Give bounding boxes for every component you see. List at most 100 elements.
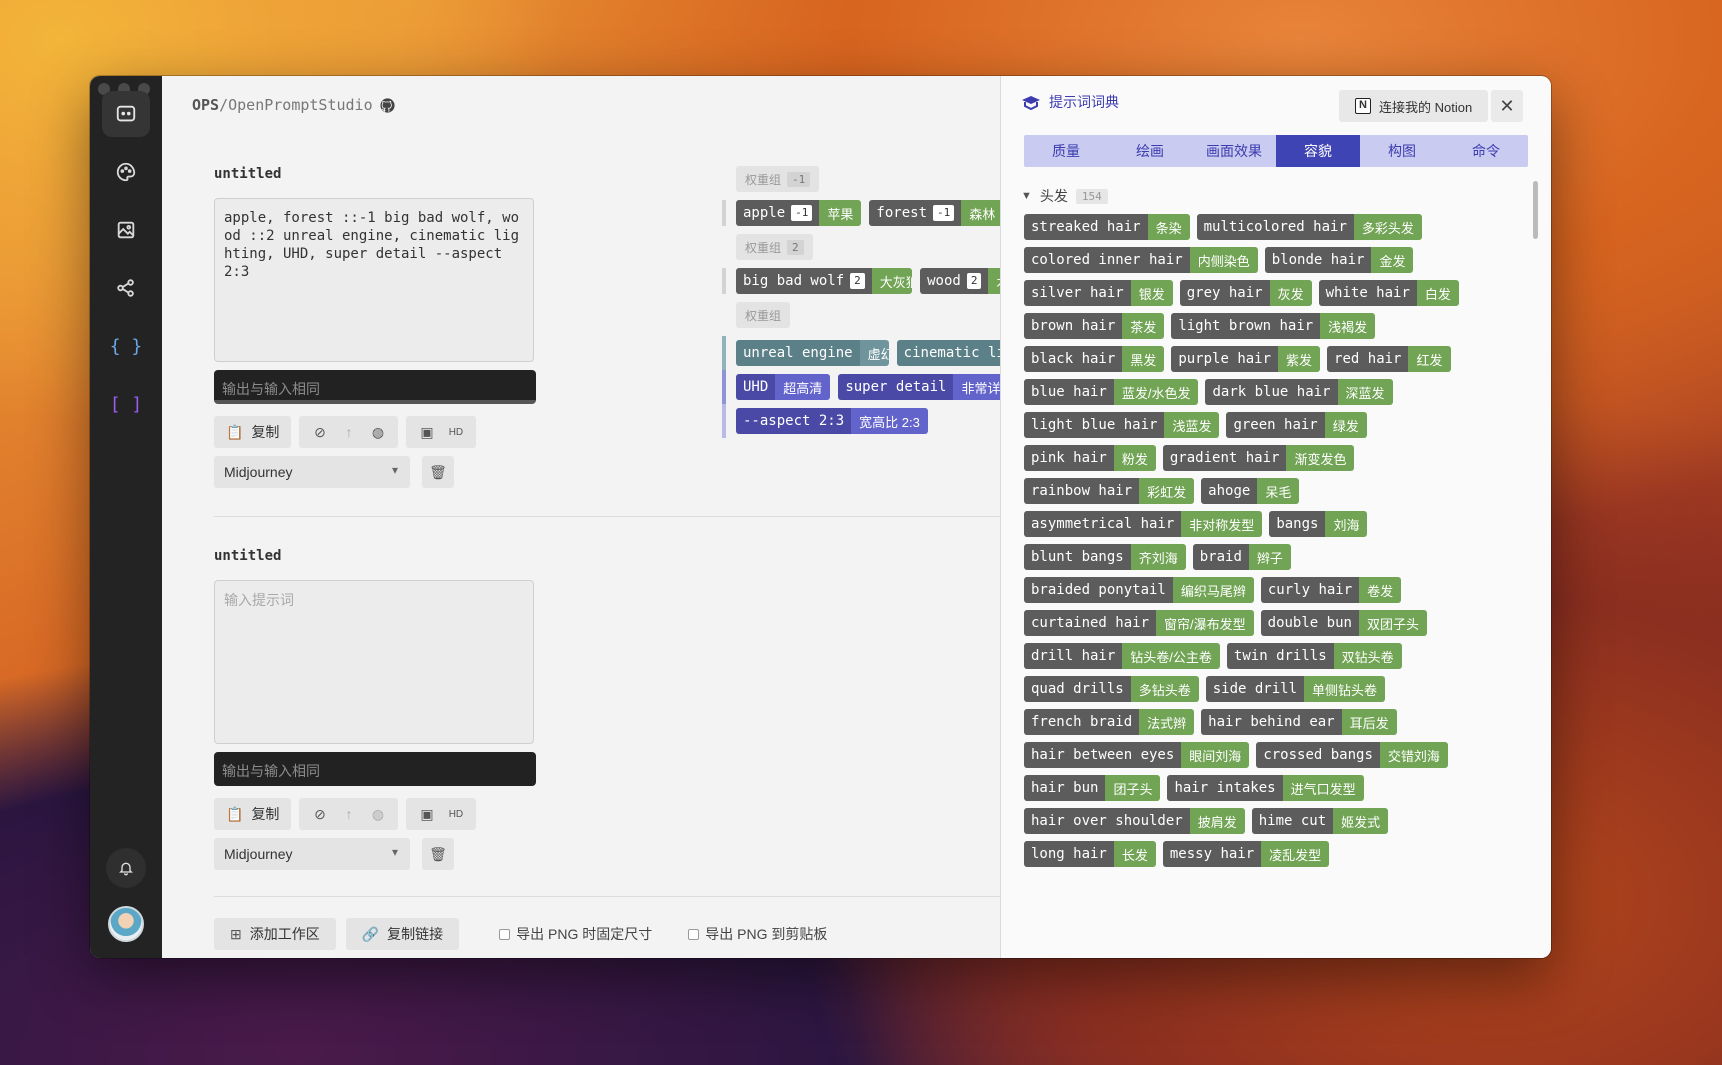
model-select[interactable]: Midjourney bbox=[214, 456, 410, 488]
dictionary-term[interactable]: colored inner hair 内侧染色 bbox=[1024, 247, 1258, 273]
prompt-tag[interactable]: UHD 超高清 bbox=[736, 374, 831, 400]
image-export-icon[interactable]: ▣ bbox=[412, 806, 441, 823]
prompt-input[interactable]: 输入提示词 bbox=[214, 580, 534, 744]
dictionary-term[interactable]: dark blue hair 深蓝发 bbox=[1205, 379, 1393, 405]
workspace-title[interactable]: untitled bbox=[214, 548, 536, 564]
trash-icon[interactable]: 🗑 bbox=[422, 838, 454, 870]
copy-button[interactable]: 📋 复制 bbox=[214, 798, 292, 830]
dictionary-term[interactable]: curly hair 卷发 bbox=[1260, 577, 1402, 603]
collapse-triangle-icon[interactable]: ▼ bbox=[1021, 190, 1032, 202]
dictionary-term[interactable]: rainbow hair 彩虹发 bbox=[1024, 478, 1195, 504]
dictionary-term[interactable]: hair over shoulder 披肩发 bbox=[1024, 808, 1245, 834]
tab-composition[interactable]: 构图 bbox=[1360, 135, 1444, 167]
close-icon[interactable]: ✕ bbox=[1491, 90, 1523, 122]
dictionary-term[interactable]: light brown hair 浅褐发 bbox=[1171, 313, 1376, 339]
up-arrow-icon[interactable]: ↑ bbox=[334, 424, 363, 440]
prompt-tag[interactable]: forest -1 森林 bbox=[869, 200, 1004, 226]
tab-quality[interactable]: 质量 bbox=[1024, 135, 1108, 167]
checkbox-box[interactable] bbox=[499, 928, 511, 940]
dictionary-term[interactable]: purple hair 紫发 bbox=[1171, 346, 1321, 372]
dictionary-term[interactable]: pink hair 粉发 bbox=[1024, 445, 1156, 471]
palette-small-icon[interactable]: ◍ bbox=[363, 806, 392, 823]
dictionary-term[interactable]: drill hair 钻头卷/公主卷 bbox=[1024, 643, 1220, 669]
dictionary-term[interactable]: black hair 黑发 bbox=[1024, 346, 1165, 372]
prompt-input[interactable]: apple, forest ::-1 big bad wolf, wood ::… bbox=[214, 198, 534, 362]
dictionary-term[interactable]: brown hair 茶发 bbox=[1024, 313, 1165, 339]
dictionary-term[interactable]: crossed bangs 交错刘海 bbox=[1256, 742, 1448, 768]
tab-commands[interactable]: 命令 bbox=[1444, 135, 1528, 167]
dictionary-term[interactable]: twin drills 双钻头卷 bbox=[1226, 643, 1402, 669]
model-select[interactable]: Midjourney bbox=[214, 838, 410, 870]
avatar[interactable] bbox=[108, 906, 144, 942]
github-icon[interactable] bbox=[379, 97, 396, 114]
notifications-button[interactable] bbox=[106, 848, 146, 888]
dictionary-term[interactable]: hair behind ear 耳后发 bbox=[1201, 709, 1397, 735]
palette-small-icon[interactable]: ◍ bbox=[363, 424, 392, 441]
dictionary-term[interactable]: bangs 刘海 bbox=[1269, 511, 1368, 537]
sidebar-chat-button[interactable] bbox=[102, 91, 150, 137]
copy-button[interactable]: 📋 复制 bbox=[214, 416, 292, 448]
panel-scrollbar[interactable] bbox=[1533, 181, 1538, 239]
dictionary-term[interactable]: silver hair 银发 bbox=[1024, 280, 1173, 306]
term-en: quad drills bbox=[1024, 676, 1131, 702]
tag-en: super detail bbox=[838, 374, 954, 400]
prompt-tag[interactable]: big bad wolf 2 大灰狼 bbox=[736, 268, 913, 294]
prompt-tag[interactable]: super detail 非常详细 bbox=[838, 374, 1022, 400]
dictionary-term[interactable]: hair intakes 进气口发型 bbox=[1167, 775, 1364, 801]
tab-effects[interactable]: 画面效果 bbox=[1192, 135, 1276, 167]
dictionary-term[interactable]: braid 辫子 bbox=[1192, 544, 1291, 570]
tab-appearance[interactable]: 容貌 bbox=[1276, 135, 1360, 167]
dictionary-term[interactable]: braided ponytail 编织马尾辫 bbox=[1024, 577, 1254, 603]
clear-icon[interactable]: ⊘ bbox=[305, 806, 334, 823]
dictionary-term[interactable]: hair between eyes 眼间刘海 bbox=[1024, 742, 1250, 768]
dictionary-term[interactable]: ahoge 呆毛 bbox=[1201, 478, 1300, 504]
dictionary-term[interactable]: curtained hair 窗帘/瀑布发型 bbox=[1024, 610, 1254, 636]
dictionary-term[interactable]: blue hair 蓝发/水色发 bbox=[1024, 379, 1199, 405]
image-export-icon[interactable]: ▣ bbox=[412, 424, 441, 441]
hd-export-icon[interactable]: HD bbox=[441, 809, 470, 820]
copy-link-button[interactable]: 🔗 复制链接 bbox=[345, 918, 460, 950]
app-brand[interactable]: OPS/OpenPromptStudio bbox=[192, 96, 396, 114]
dictionary-term[interactable]: quad drills 多钻头卷 bbox=[1024, 676, 1199, 702]
dictionary-term[interactable]: red hair 红发 bbox=[1327, 346, 1451, 372]
dictionary-term[interactable]: french braid 法式辫 bbox=[1024, 709, 1195, 735]
sidebar-brackets-button[interactable]: [ ] bbox=[102, 381, 150, 427]
dictionary-term[interactable]: gradient hair 渐变发色 bbox=[1162, 445, 1355, 471]
dictionary-term[interactable]: blonde hair 金发 bbox=[1264, 247, 1414, 273]
sidebar-palette-button[interactable] bbox=[102, 149, 150, 195]
dictionary-term[interactable]: hair bun 团子头 bbox=[1024, 775, 1161, 801]
prompt-tag[interactable]: unreal engine虚幻引擎 bbox=[736, 340, 889, 366]
dictionary-term[interactable]: asymmetrical hair 非对称发型 bbox=[1024, 511, 1263, 537]
output-field[interactable]: 输出与输入相同 bbox=[214, 370, 536, 404]
sidebar-share-button[interactable] bbox=[102, 265, 150, 311]
workspace-title[interactable]: untitled bbox=[214, 166, 536, 182]
sidebar-braces-button[interactable]: { } bbox=[102, 323, 150, 369]
section-header[interactable]: ▼ 头发 154 bbox=[1021, 186, 1108, 206]
dictionary-term[interactable]: double bun 双团子头 bbox=[1260, 610, 1427, 636]
dictionary-term[interactable]: hime cut 姬发式 bbox=[1251, 808, 1389, 834]
dictionary-term[interactable]: streaked hair 条染 bbox=[1024, 214, 1190, 240]
sidebar-image-button[interactable] bbox=[102, 207, 150, 253]
png-clipboard-checkbox[interactable]: 导出 PNG 到剪贴板 bbox=[688, 924, 827, 944]
tab-painting[interactable]: 绘画 bbox=[1108, 135, 1192, 167]
dictionary-term[interactable]: light blue hair 浅蓝发 bbox=[1024, 412, 1220, 438]
dictionary-term[interactable]: side drill 单侧钻头卷 bbox=[1205, 676, 1386, 702]
prompt-tag[interactable]: --aspect 2:3 宽高比 2:3 bbox=[736, 408, 928, 434]
connect-notion-button[interactable]: N 连接我的 Notion bbox=[1339, 90, 1489, 122]
png-fixed-size-checkbox[interactable]: 导出 PNG 时固定尺寸 bbox=[499, 924, 652, 944]
trash-icon[interactable]: 🗑 bbox=[422, 456, 454, 488]
output-field[interactable]: 输出与输入相同 bbox=[214, 752, 536, 786]
dictionary-term[interactable]: white hair 白发 bbox=[1318, 280, 1459, 306]
prompt-tag[interactable]: apple -1 苹果 bbox=[736, 200, 862, 226]
dictionary-term[interactable]: long hair 长发 bbox=[1024, 841, 1156, 867]
dictionary-term[interactable]: green hair 绿发 bbox=[1226, 412, 1367, 438]
dictionary-term[interactable]: multicolored hair 多彩头发 bbox=[1196, 214, 1422, 240]
clear-icon[interactable]: ⊘ bbox=[305, 424, 334, 441]
dictionary-term[interactable]: grey hair 灰发 bbox=[1179, 280, 1312, 306]
dictionary-term[interactable]: blunt bangs 齐刘海 bbox=[1024, 544, 1186, 570]
up-arrow-icon[interactable]: ↑ bbox=[334, 806, 363, 822]
hd-export-icon[interactable]: HD bbox=[441, 427, 470, 438]
add-workspace-button[interactable]: ⊞ 添加工作区 bbox=[214, 918, 336, 950]
checkbox-box[interactable] bbox=[688, 928, 700, 940]
dictionary-term[interactable]: messy hair 凌乱发型 bbox=[1162, 841, 1330, 867]
